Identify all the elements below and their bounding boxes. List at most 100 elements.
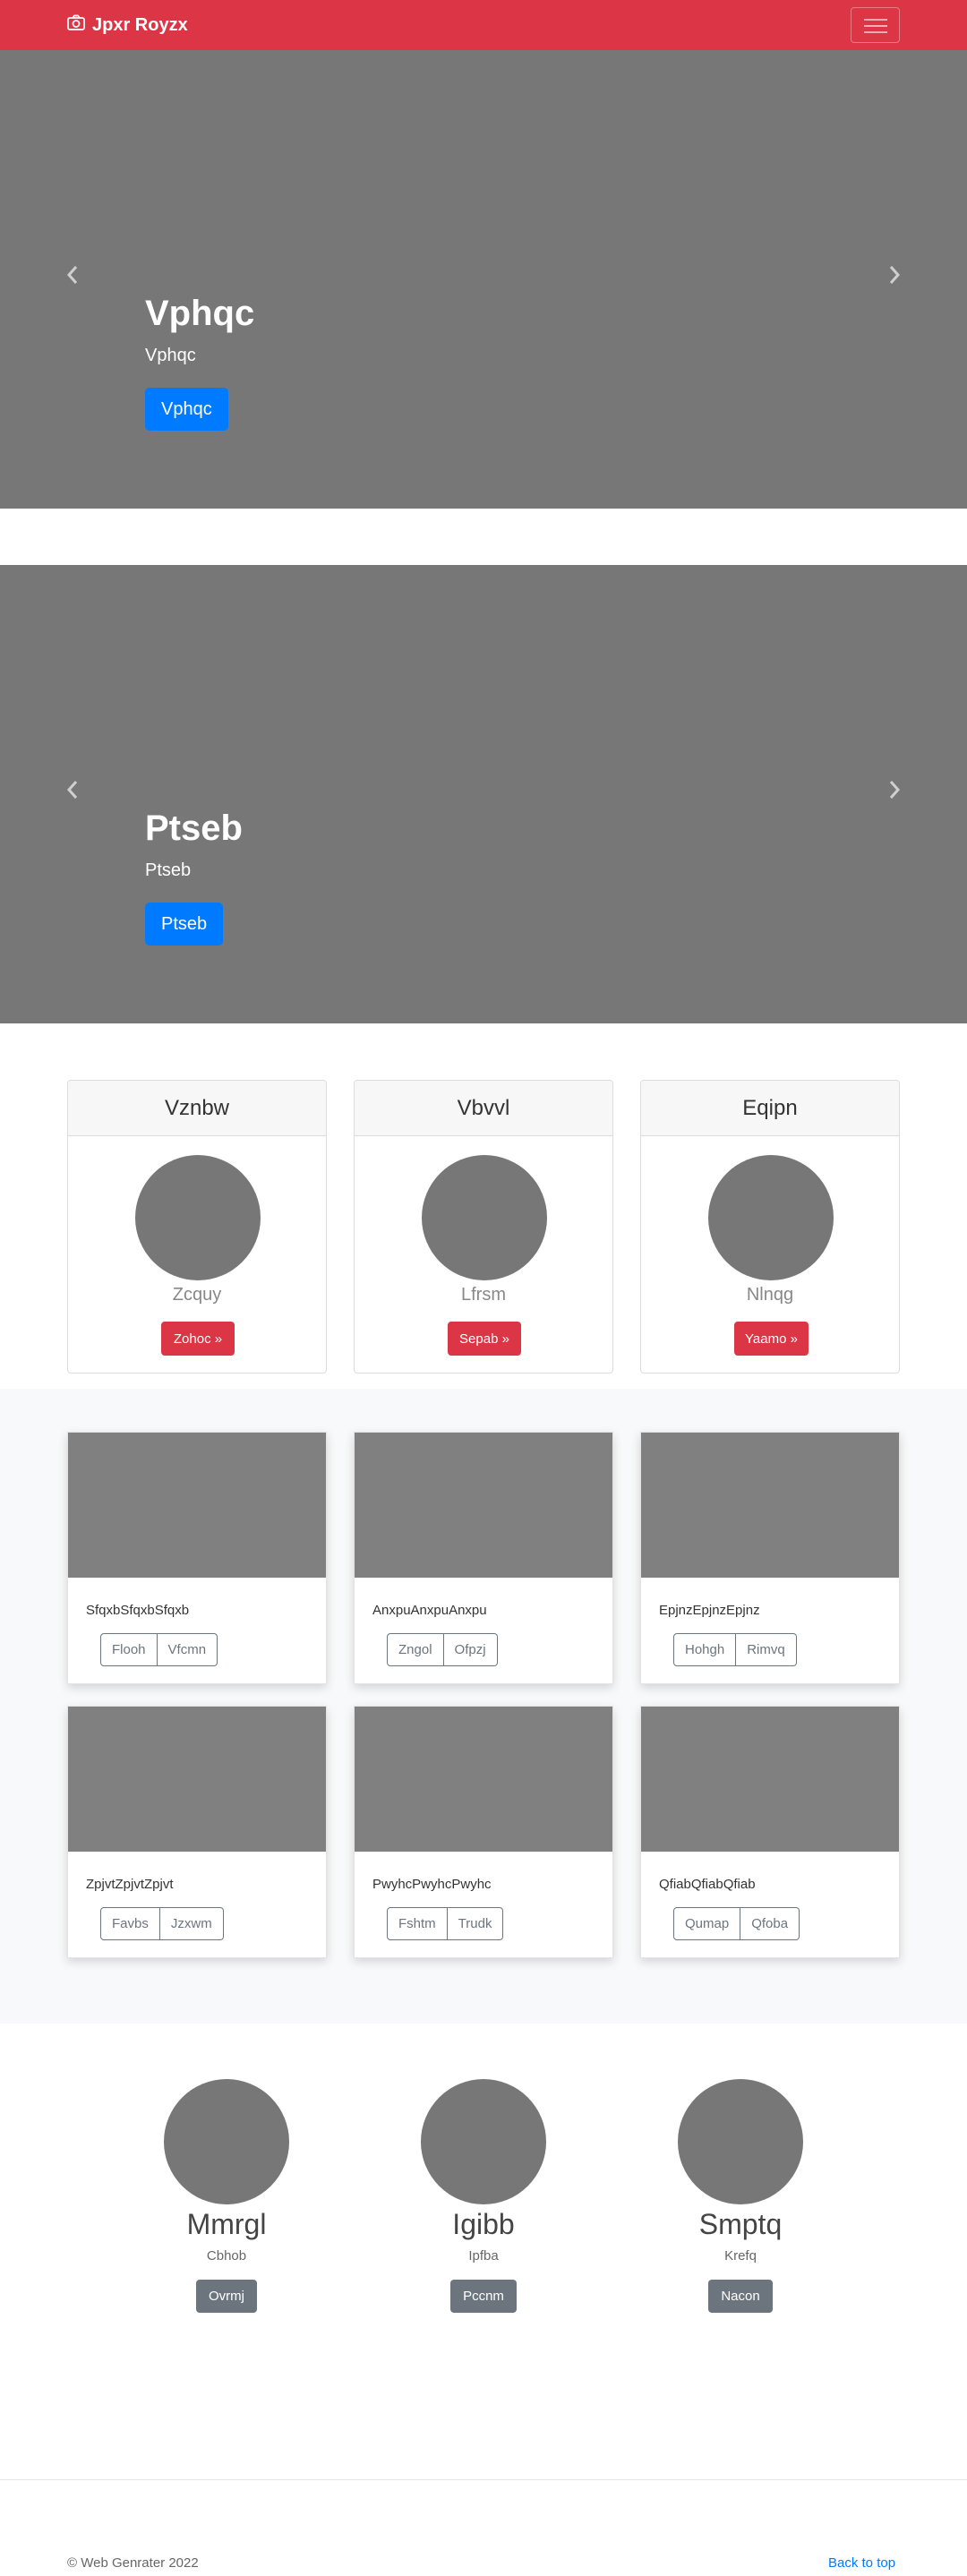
avatar — [678, 2079, 803, 2204]
avatar — [421, 2079, 546, 2204]
album-button-2[interactable]: Ofpzj — [443, 1633, 498, 1666]
album-button-1[interactable]: Qumap — [673, 1907, 741, 1940]
team-member: Mmrgl Cbhob Ovrmj — [115, 2079, 338, 2313]
carousel-next-button[interactable] — [881, 776, 908, 803]
button-group: Fshtm Trudk — [387, 1907, 504, 1940]
carousel-2: Ptseb Ptseb Ptseb — [0, 565, 967, 1049]
album-button-1[interactable]: Zngol — [387, 1633, 444, 1666]
card-button[interactable]: Sepab » — [448, 1322, 521, 1356]
album-button-2[interactable]: Qfoba — [740, 1907, 800, 1940]
card-text: SfqxbSfqxbSfqxb — [86, 1603, 190, 1618]
album-button-2[interactable]: Trudk — [447, 1907, 504, 1940]
member-role: Krefq — [724, 2248, 757, 2264]
card-header: Vbvvl — [355, 1081, 612, 1136]
carousel-title: Ptseb — [145, 809, 243, 848]
button-group: Favbs Jzxwm — [100, 1907, 224, 1940]
feature-card: Eqipn Nlnqg Yaamo » — [640, 1080, 900, 1374]
copyright-text: © Web Genrater 2022 — [67, 2555, 199, 2571]
carousel-prev-button[interactable] — [59, 776, 86, 803]
back-to-top-link[interactable]: Back to top — [828, 2555, 895, 2571]
album-card: QfiabQfiabQfiab Qumap Qfoba — [640, 1706, 900, 1958]
album-button-1[interactable]: Flooh — [100, 1633, 158, 1666]
album-card: SfqxbSfqxbSfqxb Flooh Vfcmn — [67, 1432, 327, 1684]
carousel-indicator[interactable] — [501, 532, 528, 535]
card-header: Eqipn — [641, 1081, 899, 1136]
card-text: ZpjvtZpjvtZpjvt — [86, 1877, 174, 1892]
album-card: EpjnzEpjnzEpjnz Hohgh Rimvq — [640, 1432, 900, 1684]
album-section: SfqxbSfqxbSfqxb Flooh Vfcmn AnxpuAnxpuAn… — [0, 1389, 967, 2024]
album-button-2[interactable]: Jzxwm — [159, 1907, 224, 1940]
button-group: Zngol Ofpzj — [387, 1633, 498, 1666]
member-role: Cbhob — [206, 2248, 247, 2264]
member-button[interactable]: Nacon — [708, 2280, 773, 2313]
team-member: Smptq Krefq Nacon — [629, 2079, 852, 2313]
carousel-indicators — [437, 532, 528, 535]
placeholder-image — [708, 1155, 834, 1280]
card-text: QfiabQfiabQfiab — [659, 1877, 756, 1892]
brand-label: Jpxr Royzx — [92, 14, 188, 35]
album-button-1[interactable]: Hohgh — [673, 1633, 737, 1666]
card-button[interactable]: Zohoc » — [161, 1322, 235, 1356]
member-button[interactable]: Ovrmj — [196, 2280, 257, 2313]
card-text: PwyhcPwyhcPwyhc — [372, 1877, 492, 1892]
chevron-right-icon — [889, 266, 901, 284]
hamburger-icon — [864, 19, 887, 21]
carousel-indicator[interactable] — [501, 1047, 528, 1049]
card-header: Vznbw — [68, 1081, 326, 1136]
placeholder-image — [422, 1155, 547, 1280]
carousel-cta-button[interactable]: Ptseb — [145, 903, 224, 946]
member-name: Igibb — [452, 2208, 515, 2240]
card-name: Nlnqg — [746, 1285, 794, 1305]
avatar — [164, 2079, 289, 2204]
album-button-2[interactable]: Vfcmn — [157, 1633, 218, 1666]
carousel-1: Vphqc Vphqc Vphqc — [0, 50, 967, 535]
carousel-subtitle: Vphqc — [145, 346, 196, 365]
album-card: PwyhcPwyhcPwyhc Fshtm Trudk — [354, 1706, 613, 1958]
carousel-title: Vphqc — [145, 294, 255, 333]
carousel-indicator[interactable] — [437, 1047, 464, 1049]
placeholder-image — [135, 1155, 261, 1280]
member-button[interactable]: Pccnm — [450, 2280, 517, 2313]
card-name: Lfrsm — [461, 1285, 506, 1305]
carousel-cta-button[interactable]: Vphqc — [145, 388, 228, 431]
thumbnail-image — [68, 1433, 326, 1578]
card-name: Zcquy — [172, 1285, 222, 1305]
carousel-prev-button[interactable] — [59, 261, 86, 288]
thumbnail-image — [641, 1433, 899, 1578]
album-button-1[interactable]: Favbs — [100, 1907, 160, 1940]
carousel-indicators — [437, 1047, 528, 1049]
button-group: Hohgh Rimvq — [673, 1633, 797, 1666]
card-button[interactable]: Yaamo » — [734, 1322, 809, 1356]
album-card: AnxpuAnxpuAnxpu Zngol Ofpzj — [354, 1432, 613, 1684]
navbar-brand[interactable]: Jpxr Royzx — [67, 14, 188, 36]
card-text: AnxpuAnxpuAnxpu — [372, 1603, 487, 1618]
album-card: ZpjvtZpjvtZpjvt Favbs Jzxwm — [67, 1706, 327, 1958]
thumbnail-image — [641, 1707, 899, 1852]
button-group: Qumap Qfoba — [673, 1907, 800, 1940]
button-group: Flooh Vfcmn — [100, 1633, 218, 1666]
carousel-indicator[interactable] — [469, 532, 496, 535]
card-text: EpjnzEpjnzEpjnz — [659, 1603, 760, 1618]
thumbnail-image — [68, 1707, 326, 1852]
team-member: Igibb Ipfba Pccnm — [372, 2079, 595, 2313]
feature-card: Vznbw Zcquy Zohoc » — [67, 1080, 327, 1374]
navbar-toggle-button[interactable] — [851, 7, 900, 43]
chevron-right-icon — [889, 781, 901, 799]
album-button-2[interactable]: Rimvq — [736, 1633, 797, 1666]
feature-card: Vbvvl Lfrsm Sepab » — [354, 1080, 613, 1374]
member-name: Smptq — [698, 2208, 783, 2240]
carousel-indicator[interactable] — [437, 532, 464, 535]
footer-divider — [0, 2479, 967, 2480]
carousel-indicator[interactable] — [469, 1047, 496, 1049]
member-role: Ipfba — [468, 2248, 499, 2264]
chevron-left-icon — [66, 266, 78, 284]
thumbnail-image — [355, 1707, 612, 1852]
carousel-subtitle: Ptseb — [145, 860, 192, 880]
album-button-1[interactable]: Fshtm — [387, 1907, 448, 1940]
camera-icon — [67, 14, 85, 36]
member-name: Mmrgl — [186, 2208, 267, 2240]
navbar: Jpxr Royzx — [0, 0, 967, 50]
chevron-left-icon — [66, 781, 78, 799]
carousel-next-button[interactable] — [881, 261, 908, 288]
thumbnail-image — [355, 1433, 612, 1578]
